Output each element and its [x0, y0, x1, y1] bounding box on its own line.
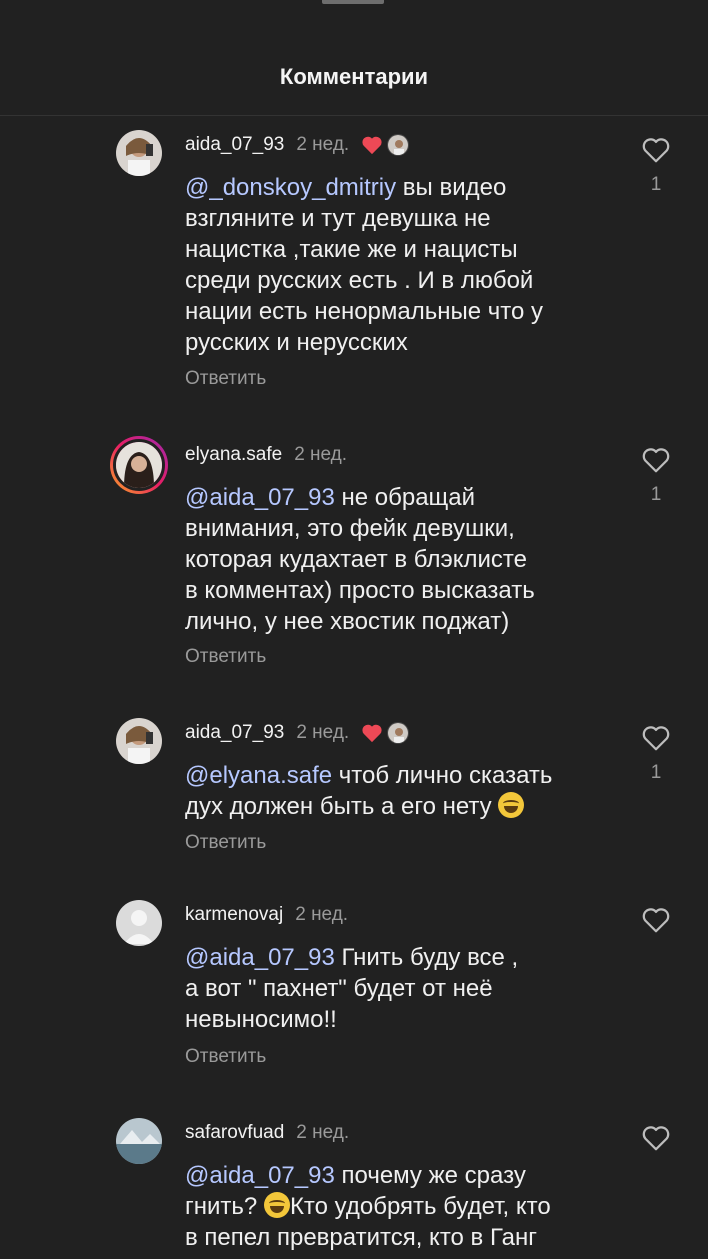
comment-text: @aida_07_93 не обращай внимания, это фей…	[185, 482, 615, 637]
like-column: 1	[636, 446, 676, 506]
grinning-squinting-face-icon	[498, 792, 525, 818]
username[interactable]: safarovfuad	[185, 1122, 284, 1144]
comment-meta: karmenovaj 2 нед.	[185, 902, 348, 928]
comment-meta: aida_07_93 2 нед.	[185, 132, 410, 158]
like-count: 1	[650, 484, 662, 505]
liked-by-author-badge	[361, 134, 410, 156]
username[interactable]: aida_07_93	[185, 722, 284, 744]
comment-meta: safarovfuad 2 нед.	[185, 1120, 349, 1146]
heart-outline-icon[interactable]	[641, 446, 671, 474]
comment-text: @_donskoy_dmitriy вы видео взгляните и т…	[185, 172, 615, 358]
page-title: Комментарии	[279, 64, 429, 89]
like-column	[636, 1124, 676, 1152]
avatar[interactable]	[116, 718, 162, 764]
heart-outline-icon[interactable]	[641, 906, 671, 934]
timestamp: 2 нед.	[296, 134, 350, 155]
comment-meta: elyana.safe 2 нед.	[185, 442, 347, 468]
like-count: 1	[650, 762, 662, 783]
comment-text: @aida_07_93 почему же сразу гнить? Кто у…	[185, 1160, 615, 1253]
author-avatar	[387, 134, 410, 156]
heart-outline-icon[interactable]	[641, 724, 671, 752]
reply-button[interactable]: Ответить	[185, 646, 266, 668]
heart-outline-icon[interactable]	[641, 1124, 671, 1152]
liked-by-author-badge	[361, 722, 410, 744]
comment-body: вы видео взгляните и тут девушка не наци…	[185, 174, 544, 356]
red-heart-icon	[362, 136, 382, 155]
grinning-squinting-face-icon	[263, 1192, 290, 1218]
comment-meta: aida_07_93 2 нед.	[185, 720, 410, 746]
timestamp: 2 нед.	[296, 722, 350, 743]
default-avatar[interactable]	[116, 900, 162, 946]
heart-outline-icon[interactable]	[641, 136, 671, 164]
timestamp: 2 нед.	[294, 444, 348, 465]
mention-link[interactable]: @elyana.safe	[185, 762, 332, 789]
red-heart-icon	[362, 724, 382, 743]
avatar-story-ring[interactable]	[110, 436, 168, 494]
username[interactable]: karmenovaj	[185, 904, 283, 926]
mention-link[interactable]: @aida_07_93	[185, 1162, 335, 1189]
like-column	[636, 906, 676, 934]
comments-header: Комментарии	[0, 0, 708, 116]
timestamp: 2 нед.	[295, 904, 349, 925]
author-avatar	[387, 722, 410, 744]
username[interactable]: aida_07_93	[185, 134, 284, 156]
like-column: 1	[636, 724, 676, 784]
like-count: 1	[650, 174, 662, 195]
username[interactable]: elyana.safe	[185, 444, 282, 466]
comment-text: @elyana.safe чтоб лично сказать дух долж…	[185, 760, 615, 822]
mention-link[interactable]: @aida_07_93	[185, 484, 335, 511]
avatar[interactable]	[116, 1118, 162, 1164]
reply-button[interactable]: Ответить	[185, 832, 266, 854]
timestamp: 2 нед.	[296, 1122, 350, 1143]
like-column: 1	[636, 136, 676, 196]
reply-button[interactable]: Ответить	[185, 1046, 266, 1068]
comment-text: @aida_07_93 Гнить буду все , а вот " пах…	[185, 942, 615, 1035]
mention-link[interactable]: @_donskoy_dmitriy	[185, 174, 396, 201]
reply-button[interactable]: Ответить	[185, 368, 266, 390]
mention-link[interactable]: @aida_07_93	[185, 944, 335, 971]
avatar[interactable]	[116, 130, 162, 176]
